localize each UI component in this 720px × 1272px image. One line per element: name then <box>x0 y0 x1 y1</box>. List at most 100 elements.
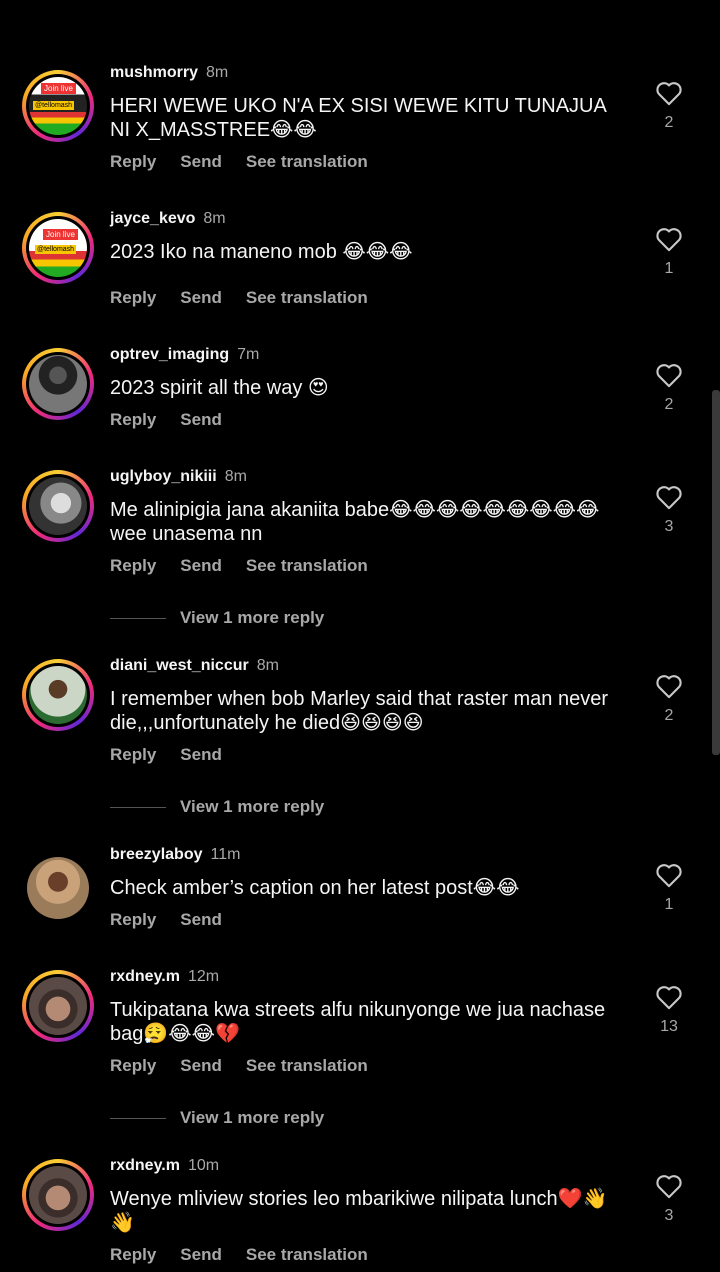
see-translation-button[interactable]: See translation <box>246 152 368 171</box>
username[interactable]: rxdney.m <box>110 968 180 985</box>
comment-actions: Reply Send See translation <box>110 152 392 172</box>
like-button[interactable]: 1 <box>652 862 686 914</box>
username[interactable]: jayce_kevo <box>110 210 195 227</box>
avatar[interactable]: Join live @tellomash <box>22 212 94 284</box>
like-count: 1 <box>664 896 674 913</box>
reply-button[interactable]: Reply <box>110 910 156 929</box>
like-button[interactable]: 1 <box>652 226 686 278</box>
send-button[interactable]: Send <box>180 410 222 429</box>
avatar-handle-text: @tellomash <box>33 101 75 110</box>
avatar[interactable] <box>22 1159 94 1231</box>
like-button[interactable]: 2 <box>652 673 686 725</box>
reply-button[interactable]: Reply <box>110 1245 156 1264</box>
like-button[interactable]: 3 <box>652 1173 686 1225</box>
like-count: 3 <box>664 518 674 535</box>
avatar[interactable] <box>22 852 94 924</box>
view-more-replies[interactable]: View 1 more reply <box>110 1108 324 1128</box>
see-translation-button[interactable]: See translation <box>246 1056 368 1075</box>
heart-icon[interactable] <box>655 984 683 1010</box>
timestamp: 10m <box>187 1157 220 1174</box>
username[interactable]: rxdney.m <box>110 1157 180 1174</box>
like-button[interactable]: 3 <box>652 484 686 536</box>
comment-text: HERI WEWE UKO N'A EX SISI WEWE KITU TUNA… <box>110 95 606 141</box>
view-more-replies-label[interactable]: View 1 more reply <box>180 608 324 628</box>
divider-line <box>110 806 166 808</box>
comment-header: mushmorry 8m <box>110 64 228 82</box>
avatar[interactable] <box>22 659 94 731</box>
timestamp: 11m <box>210 846 241 863</box>
comment-actions: Reply Send <box>110 745 246 765</box>
heart-icon[interactable] <box>655 862 683 888</box>
reply-button[interactable]: Reply <box>110 288 156 307</box>
comment-header: breezylaboy 11m <box>110 846 240 864</box>
username[interactable]: diani_west_niccur <box>110 657 249 674</box>
comment-text: Check amber’s caption on her latest post… <box>110 877 520 899</box>
reply-button[interactable]: Reply <box>110 410 156 429</box>
like-count: 2 <box>664 114 674 131</box>
comment-text: 2023 spirit all the way 😍 <box>110 377 329 399</box>
avatar-badge-text: Join live <box>43 229 78 240</box>
heart-icon[interactable] <box>655 362 683 388</box>
heart-icon[interactable] <box>655 1173 683 1199</box>
like-button[interactable]: 13 <box>652 984 686 1036</box>
timestamp: 8m <box>206 64 229 81</box>
see-translation-button[interactable]: See translation <box>246 556 368 575</box>
heart-icon[interactable] <box>655 484 683 510</box>
comment-header: uglyboy_nikiii 8m <box>110 468 247 486</box>
reply-button[interactable]: Reply <box>110 745 156 764</box>
comment-text: Me alinipigia jana akaniita babe😂😂😂😂😂😂😂😂… <box>110 499 600 545</box>
send-button[interactable]: Send <box>180 1245 222 1264</box>
send-button[interactable]: Send <box>180 556 222 575</box>
comment-text: Tukipatana kwa streets alfu nikunyonge w… <box>110 999 606 1045</box>
see-translation-button[interactable]: See translation <box>246 288 368 307</box>
reply-button[interactable]: Reply <box>110 556 156 575</box>
comment-header: diani_west_niccur 8m <box>110 657 279 675</box>
timestamp: 12m <box>187 968 220 985</box>
comment-header: optrev_imaging 7m <box>110 346 259 364</box>
heart-icon[interactable] <box>655 226 683 252</box>
send-button[interactable]: Send <box>180 152 222 171</box>
reply-button[interactable]: Reply <box>110 1056 156 1075</box>
see-translation-button[interactable]: See translation <box>246 1245 368 1264</box>
timestamp: 8m <box>256 657 279 674</box>
comment-header: rxdney.m 12m <box>110 968 219 986</box>
comment-actions: Reply Send See translation <box>110 1056 392 1076</box>
timestamp: 8m <box>203 210 226 227</box>
timestamp: 8m <box>224 468 247 485</box>
like-button[interactable]: 2 <box>652 362 686 414</box>
comment-text: Wenye mliview stories leo mbarikiwe nili… <box>110 1188 608 1234</box>
like-count: 13 <box>660 1018 678 1035</box>
avatar[interactable] <box>22 970 94 1042</box>
avatar[interactable]: Join live @tellomash <box>22 70 94 142</box>
send-button[interactable]: Send <box>180 745 222 764</box>
reply-button[interactable]: Reply <box>110 152 156 171</box>
heart-icon[interactable] <box>655 673 683 699</box>
comment-header: rxdney.m 10m <box>110 1157 219 1175</box>
comment-header: jayce_kevo 8m <box>110 210 226 228</box>
username[interactable]: uglyboy_nikiii <box>110 468 217 485</box>
view-more-replies-label[interactable]: View 1 more reply <box>180 1108 324 1128</box>
comment-actions: Reply Send <box>110 910 246 930</box>
avatar[interactable] <box>22 470 94 542</box>
view-more-replies-label[interactable]: View 1 more reply <box>180 797 324 817</box>
view-more-replies[interactable]: View 1 more reply <box>110 608 324 628</box>
send-button[interactable]: Send <box>180 288 222 307</box>
like-count: 3 <box>664 1207 674 1224</box>
username[interactable]: optrev_imaging <box>110 346 229 363</box>
comment-text: I remember when bob Marley said that ras… <box>110 688 608 734</box>
avatar-handle-text: @tellomash <box>35 245 77 254</box>
avatar[interactable] <box>22 348 94 420</box>
like-button[interactable]: 2 <box>652 80 686 132</box>
divider-line <box>110 617 166 619</box>
username[interactable]: mushmorry <box>110 64 198 81</box>
view-more-replies[interactable]: View 1 more reply <box>110 797 324 817</box>
scrollbar[interactable] <box>712 390 720 755</box>
send-button[interactable]: Send <box>180 1056 222 1075</box>
like-count: 1 <box>664 260 674 277</box>
like-count: 2 <box>664 707 674 724</box>
comment-actions: Reply Send <box>110 410 246 430</box>
username[interactable]: breezylaboy <box>110 846 202 863</box>
timestamp: 7m <box>237 346 260 363</box>
heart-icon[interactable] <box>655 80 683 106</box>
send-button[interactable]: Send <box>180 910 222 929</box>
